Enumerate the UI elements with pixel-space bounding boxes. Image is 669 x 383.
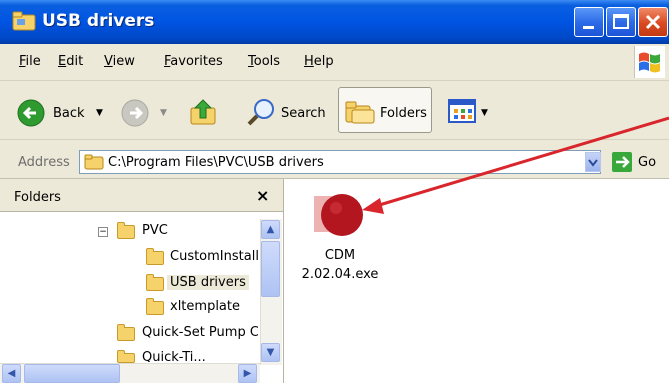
scroll-down-button[interactable]: ▼ bbox=[261, 343, 280, 362]
folder-icon bbox=[117, 350, 135, 363]
file-name-line1: CDM bbox=[324, 248, 356, 263]
tree-item-xltemplate[interactable]: xltemplate bbox=[170, 299, 240, 314]
chevron-down-icon bbox=[588, 159, 598, 167]
folder-icon bbox=[146, 248, 164, 265]
address-dropdown-button[interactable] bbox=[585, 152, 601, 172]
go-label[interactable]: Go bbox=[638, 155, 656, 170]
collapse-icon[interactable]: − bbox=[98, 227, 108, 237]
folders-label: Folders bbox=[380, 106, 427, 121]
menu-file[interactable]: File bbox=[19, 54, 41, 69]
views-icon[interactable] bbox=[447, 98, 477, 124]
horizontal-scroll-thumb[interactable] bbox=[24, 364, 120, 383]
file-name-line2: 2.02.04.exe bbox=[301, 267, 379, 282]
tree-item-pvc[interactable]: PVC bbox=[142, 223, 168, 238]
scroll-right-button[interactable]: ▶ bbox=[238, 364, 257, 383]
menu-edit[interactable]: Edit bbox=[58, 54, 83, 69]
folder-open-icon bbox=[146, 274, 164, 291]
maximize-icon bbox=[613, 14, 629, 29]
windows-logo bbox=[634, 46, 665, 78]
window-title: USB drivers bbox=[42, 11, 155, 31]
menu-favorites[interactable]: Favorites bbox=[164, 54, 223, 69]
file-name[interactable]: CDM 2.02.04.exe bbox=[300, 246, 380, 284]
menu-view[interactable]: View bbox=[104, 54, 135, 69]
address-path[interactable]: C:\Program Files\PVC\USB drivers bbox=[108, 155, 324, 170]
close-button[interactable] bbox=[638, 7, 668, 37]
forward-dropdown-icon[interactable]: ▼ bbox=[160, 108, 167, 118]
close-icon bbox=[645, 14, 661, 30]
menu-help[interactable]: Help bbox=[304, 54, 334, 69]
forward-arrow-icon[interactable] bbox=[120, 98, 150, 128]
search-label[interactable]: Search bbox=[281, 106, 326, 121]
folder-icon bbox=[117, 222, 135, 239]
search-icon[interactable] bbox=[244, 96, 278, 130]
tree-item-partial[interactable]: Quick-Ti... bbox=[142, 350, 206, 362]
scroll-up-button[interactable]: ▲ bbox=[261, 220, 280, 239]
go-arrow-icon bbox=[616, 156, 630, 168]
installer-icon[interactable] bbox=[311, 192, 365, 240]
minimize-button[interactable] bbox=[574, 7, 604, 37]
windows-flag-icon bbox=[639, 52, 660, 73]
maximize-button[interactable] bbox=[606, 7, 636, 37]
up-folder-icon[interactable] bbox=[187, 96, 221, 130]
back-label[interactable]: Back bbox=[53, 106, 85, 121]
folder-title-icon bbox=[12, 11, 36, 31]
views-dropdown-icon[interactable]: ▼ bbox=[481, 108, 488, 118]
go-button[interactable] bbox=[612, 152, 632, 172]
tree-item-quick-set-pump[interactable]: Quick-Set Pump C bbox=[142, 325, 258, 340]
back-arrow-icon[interactable] bbox=[16, 98, 46, 128]
minimize-icon bbox=[583, 26, 594, 29]
folders-icon bbox=[345, 101, 375, 124]
close-pane-icon[interactable]: × bbox=[256, 186, 269, 205]
folder-icon bbox=[146, 298, 164, 315]
menu-tools[interactable]: Tools bbox=[248, 54, 280, 69]
folder-icon bbox=[84, 154, 104, 170]
address-label: Address bbox=[18, 155, 70, 170]
menu-bar bbox=[0, 44, 669, 81]
scroll-thumb[interactable] bbox=[261, 241, 280, 297]
folders-pane-title: Folders bbox=[14, 190, 61, 205]
tree-item-custominstall[interactable]: CustomInstall bbox=[170, 249, 259, 264]
folder-icon bbox=[117, 324, 135, 341]
back-dropdown-icon[interactable]: ▼ bbox=[96, 108, 103, 118]
scroll-left-button[interactable]: ◀ bbox=[2, 364, 21, 383]
tree-item-usb-drivers[interactable]: USB drivers bbox=[167, 275, 249, 290]
explorer-window: USB drivers File Edit View Favorites Too… bbox=[0, 0, 669, 383]
